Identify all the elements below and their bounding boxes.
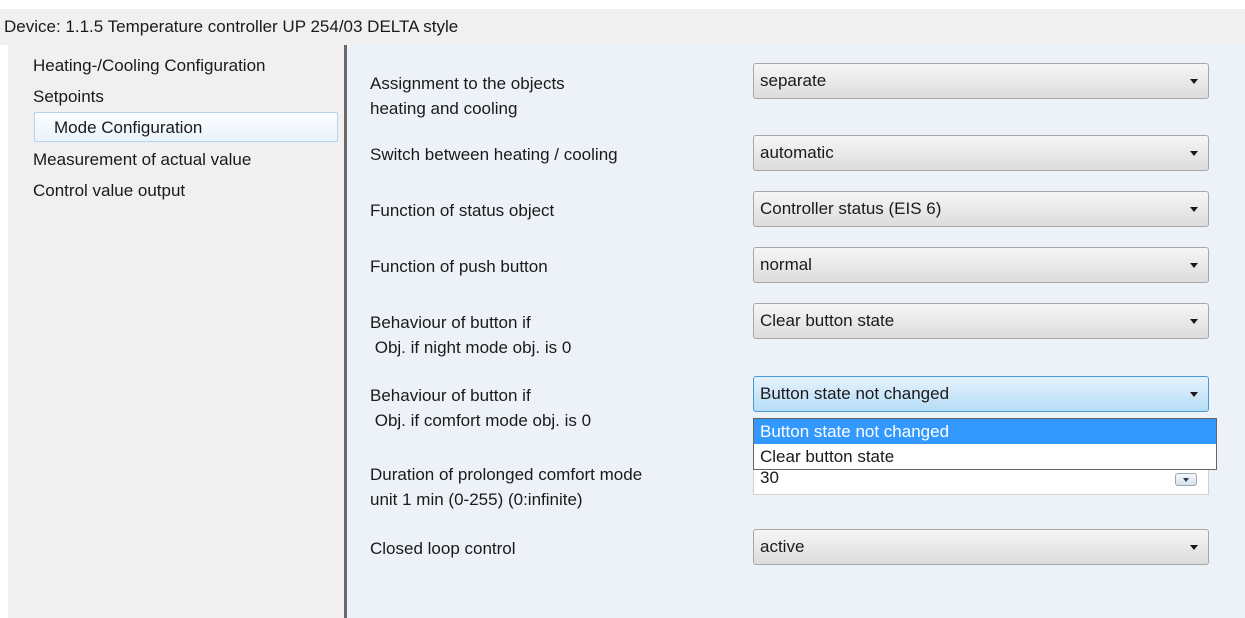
sidebar-item-measurement-of-actual-value[interactable]: Measurement of actual value (33, 145, 251, 175)
push-button-dropdown[interactable]: normal (753, 247, 1209, 283)
closed-loop-value: active (760, 537, 805, 556)
chevron-down-icon (1190, 151, 1198, 156)
push-button-value: normal (760, 255, 812, 274)
prolonged-comfort-value: 30 (760, 468, 779, 487)
night-mode-label-line1: Behaviour of button if (370, 313, 531, 332)
assignment-dropdown[interactable]: separate (753, 63, 1209, 99)
switch-heat-cool-dropdown[interactable]: automatic (753, 135, 1209, 171)
night-mode-dropdown[interactable]: Clear button state (753, 303, 1209, 339)
prolonged-comfort-label-line2: unit 1 min (0-255) (0:infinite) (370, 490, 583, 509)
push-button-label: Function of push button (370, 257, 548, 276)
comfort-mode-label-line1: Behaviour of button if (370, 386, 531, 405)
chevron-down-icon (1190, 263, 1198, 268)
status-object-label: Function of status object (370, 201, 555, 220)
spin-down-button[interactable] (1175, 473, 1197, 486)
window-title: Device: 1.1.5 Temperature controller UP … (0, 9, 1245, 45)
switch-heat-cool-value: automatic (760, 143, 834, 162)
comfort-mode-value: Button state not changed (760, 384, 950, 403)
assignment-label-line1: Assignment to the objects (370, 74, 565, 93)
sidebar-item-control-value-output[interactable]: Control value output (33, 176, 185, 206)
switch-heat-cool-label: Switch between heating / cooling (370, 145, 618, 164)
sidebar: Heating-/Cooling Configuration Setpoints… (8, 45, 344, 618)
comfort-mode-dropdown[interactable]: Button state not changed (753, 376, 1209, 412)
chevron-down-icon (1183, 478, 1189, 482)
closed-loop-dropdown[interactable]: active (753, 529, 1209, 565)
assignment-value: separate (760, 71, 827, 90)
prolonged-comfort-label-line1: Duration of prolonged comfort mode (370, 465, 643, 484)
option-button-state-not-changed[interactable]: Button state not changed (754, 419, 1216, 444)
night-mode-value: Clear button state (760, 311, 895, 330)
option-clear-button-state[interactable]: Clear button state (754, 444, 1216, 469)
closed-loop-label: Closed loop control (370, 539, 516, 558)
chevron-down-icon (1190, 207, 1198, 212)
sidebar-item-setpoints[interactable]: Setpoints (33, 82, 104, 112)
chevron-down-icon (1190, 392, 1198, 397)
night-mode-label-line2: Obj. if night mode obj. is 0 (370, 338, 572, 357)
parameter-panel: Assignment to the objects heating and co… (347, 45, 1245, 618)
status-object-value: Controller status (EIS 6) (760, 199, 942, 218)
sidebar-item-mode-configuration[interactable]: Mode Configuration (34, 112, 338, 142)
assignment-label-line2: heating and cooling (370, 99, 518, 118)
chevron-down-icon (1190, 545, 1198, 550)
status-object-dropdown[interactable]: Controller status (EIS 6) (753, 191, 1209, 227)
sidebar-item-heating-cooling-configuration[interactable]: Heating-/Cooling Configuration (33, 51, 265, 81)
chevron-down-icon (1190, 79, 1198, 84)
comfort-mode-label-line2: Obj. if comfort mode obj. is 0 (370, 411, 592, 430)
comfort-mode-options-list: Button state not changed Clear button st… (753, 418, 1217, 470)
chevron-down-icon (1190, 319, 1198, 324)
